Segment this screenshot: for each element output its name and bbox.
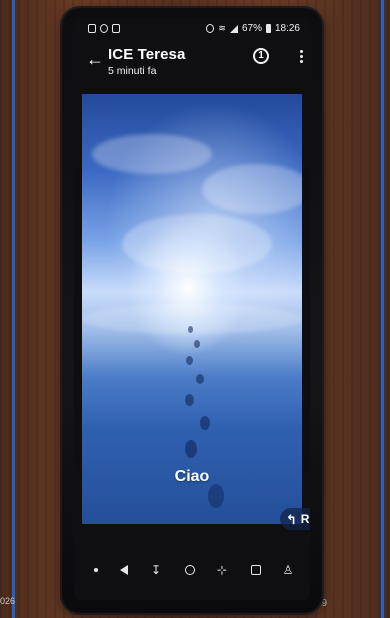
last-seen: 5 minuti fa — [108, 65, 157, 77]
phone: ≋ 67% 18:26 ← ICE Teresa 5 minuti fa 1 C… — [62, 8, 322, 613]
chat-header: ← ICE Teresa 5 minuti fa 1 — [74, 42, 310, 96]
nav-download-icon[interactable]: ↧ — [144, 558, 168, 582]
footstep — [208, 484, 224, 508]
cloud-shape — [92, 134, 212, 174]
footstep — [200, 416, 210, 430]
message-text: Ciao — [174, 468, 210, 485]
cloud-shape — [122, 214, 272, 274]
footstep — [185, 440, 197, 458]
phone-screen: ≋ 67% 18:26 ← ICE Teresa 5 minuti fa 1 C… — [74, 18, 310, 600]
navigation-bar: ↧ ⊹ ♙ — [74, 558, 310, 598]
wifi-icon: ≋ — [218, 23, 226, 33]
nav-back-icon[interactable] — [112, 558, 136, 582]
reply-button[interactable]: ↰ Rispondi — [280, 508, 310, 530]
alarm-icon — [100, 24, 108, 33]
footstep — [188, 326, 193, 333]
battery-icon — [265, 24, 271, 33]
slide-footer-left: 026 — [0, 596, 16, 606]
arrow-left-icon[interactable]: ← — [84, 48, 106, 70]
footstep — [186, 356, 193, 365]
contact-name[interactable]: ICE Teresa — [108, 46, 185, 63]
nav-accessibility-icon[interactable]: ♙ — [276, 558, 300, 582]
message-icon — [112, 24, 120, 33]
signal-icon — [229, 24, 238, 33]
reply-label: Rispondi — [300, 512, 310, 526]
status-icons-left — [88, 24, 120, 33]
status-icons-right: ≋ 67% 18:26 — [206, 23, 300, 34]
notification-icon — [88, 24, 96, 33]
alarm-clock-icon — [206, 24, 215, 33]
nav-resize-icon[interactable]: ⊹ — [210, 558, 234, 582]
reply-arrow-icon: ↰ — [285, 511, 297, 527]
timer-icon[interactable]: 1 — [253, 48, 269, 64]
nav-dot[interactable] — [84, 558, 108, 582]
battery-percent: 67% — [241, 23, 262, 34]
nav-home-icon[interactable] — [178, 558, 202, 582]
status-time: 18:26 — [274, 23, 300, 34]
footstep — [185, 394, 194, 406]
message-photo[interactable]: Ciao — [82, 94, 302, 524]
cloud-shape — [202, 164, 302, 214]
nav-recent-apps-icon[interactable] — [244, 558, 268, 582]
footstep — [196, 374, 204, 384]
more-vertical-icon[interactable] — [296, 48, 306, 66]
status-bar: ≋ 67% 18:26 — [74, 18, 310, 38]
footstep — [194, 340, 200, 348]
